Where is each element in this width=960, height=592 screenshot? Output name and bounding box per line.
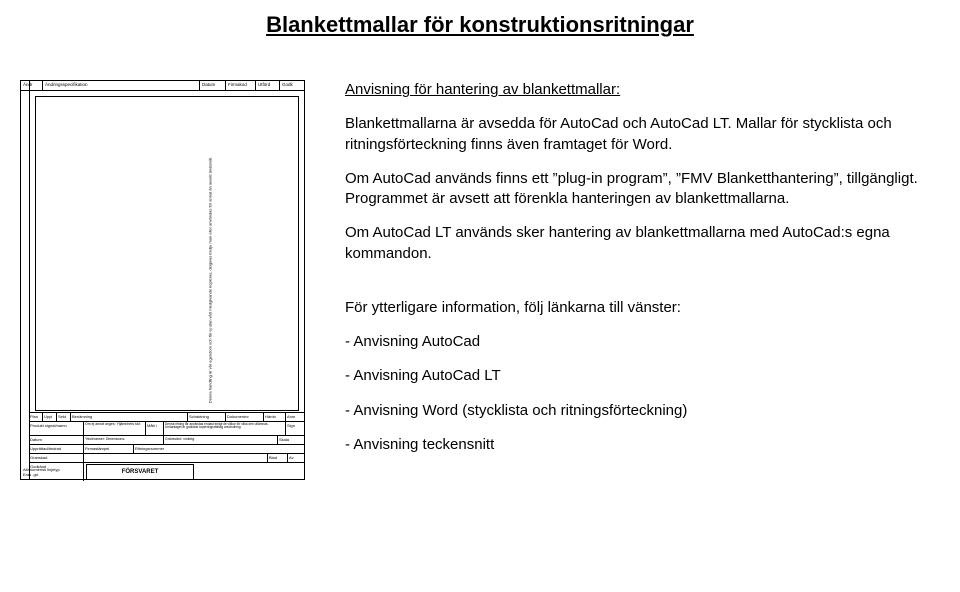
template-top-cell: Firmakod <box>226 81 256 90</box>
paragraph: För ytterligare information, följ länkar… <box>345 298 935 318</box>
tb-cell: Produkt signat/namn <box>29 422 84 435</box>
paragraph: Om AutoCad används finns ett ”plug-in pr… <box>345 169 935 210</box>
paragraph: Blankettmallarna är avsedda för AutoCad … <box>345 114 935 155</box>
tb-cell-text: Om ej annat anges: <box>85 422 116 426</box>
tb-cell: Blad <box>268 454 288 462</box>
content-column: Anvisning för hantering av blankettmalla… <box>345 80 935 469</box>
tb-cell: Firmastämpel <box>84 445 134 453</box>
list-item: Anvisning AutoCad <box>345 332 935 352</box>
tb-cell: Granskad <box>29 454 84 462</box>
tb-cell: Mått i <box>146 422 164 435</box>
tb-cell: Yttoleranser: Dimensions- <box>84 436 164 444</box>
template-footnote-line: Eras .gd <box>23 473 60 477</box>
subheading: Anvisning för hantering av blankettmalla… <box>345 80 935 100</box>
tb-cell: Anm <box>286 413 304 421</box>
tb-cell: Ritningsnummer <box>134 445 304 453</box>
tb-cell: Härdn <box>264 413 286 421</box>
tb-forsvaret-box: FÖRSVARET <box>86 464 194 480</box>
tb-cell: Schaktning <box>188 413 226 421</box>
template-top-cell: Utförd <box>256 81 280 90</box>
list-item: Anvisning teckensnitt <box>345 435 935 455</box>
tb-cell: Upprättad/ändrad <box>29 445 84 453</box>
tb-cell-text: Undantaget är godkänd kopieringsrättslig… <box>165 425 241 429</box>
tb-cell: Benämning <box>71 413 188 421</box>
tb-cell-text: Ytjämnhets std: <box>116 422 140 426</box>
tb-cell: Av <box>288 454 304 462</box>
tb-cell: Skala <box>278 436 304 444</box>
tb-cell: Dokumentnr <box>226 413 264 421</box>
template-footnote: Alfanumerisk linjetyp Eras .gd <box>23 468 60 477</box>
page-title: Blankettmallar för konstruktionsritninga… <box>0 12 960 38</box>
tb-cell: Gränsvärd. vinkelg. <box>164 436 278 444</box>
list-item: Anvisning AutoCad LT <box>345 366 935 386</box>
template-title-block: Plan Uppl Sekt Benämning Schaktning Doku… <box>29 412 304 479</box>
template-top-cell: Ändringsspecifikation <box>43 81 200 90</box>
tb-cell: Sign <box>286 422 304 435</box>
template-top-cell: Datum <box>200 81 226 90</box>
template-inner-frame <box>35 96 299 411</box>
template-top-header-row: Ändr Ändringsspecifikation Datum Firmako… <box>21 81 304 91</box>
tb-cell: Datum <box>29 436 84 444</box>
tb-cell: Uppl <box>43 413 57 421</box>
paragraph: Om AutoCad LT används sker hantering av … <box>345 223 935 264</box>
link-list: Anvisning AutoCad Anvisning AutoCad LT A… <box>345 332 935 455</box>
drawing-template-preview: Ändr Ändringsspecifikation Datum Firmako… <box>20 80 305 480</box>
list-item: Anvisning Word (stycklista och ritningsf… <box>345 401 935 421</box>
tb-cell: Plan <box>29 413 43 421</box>
template-top-cell: Godk <box>280 81 304 90</box>
tb-cell: Sekt <box>57 413 71 421</box>
